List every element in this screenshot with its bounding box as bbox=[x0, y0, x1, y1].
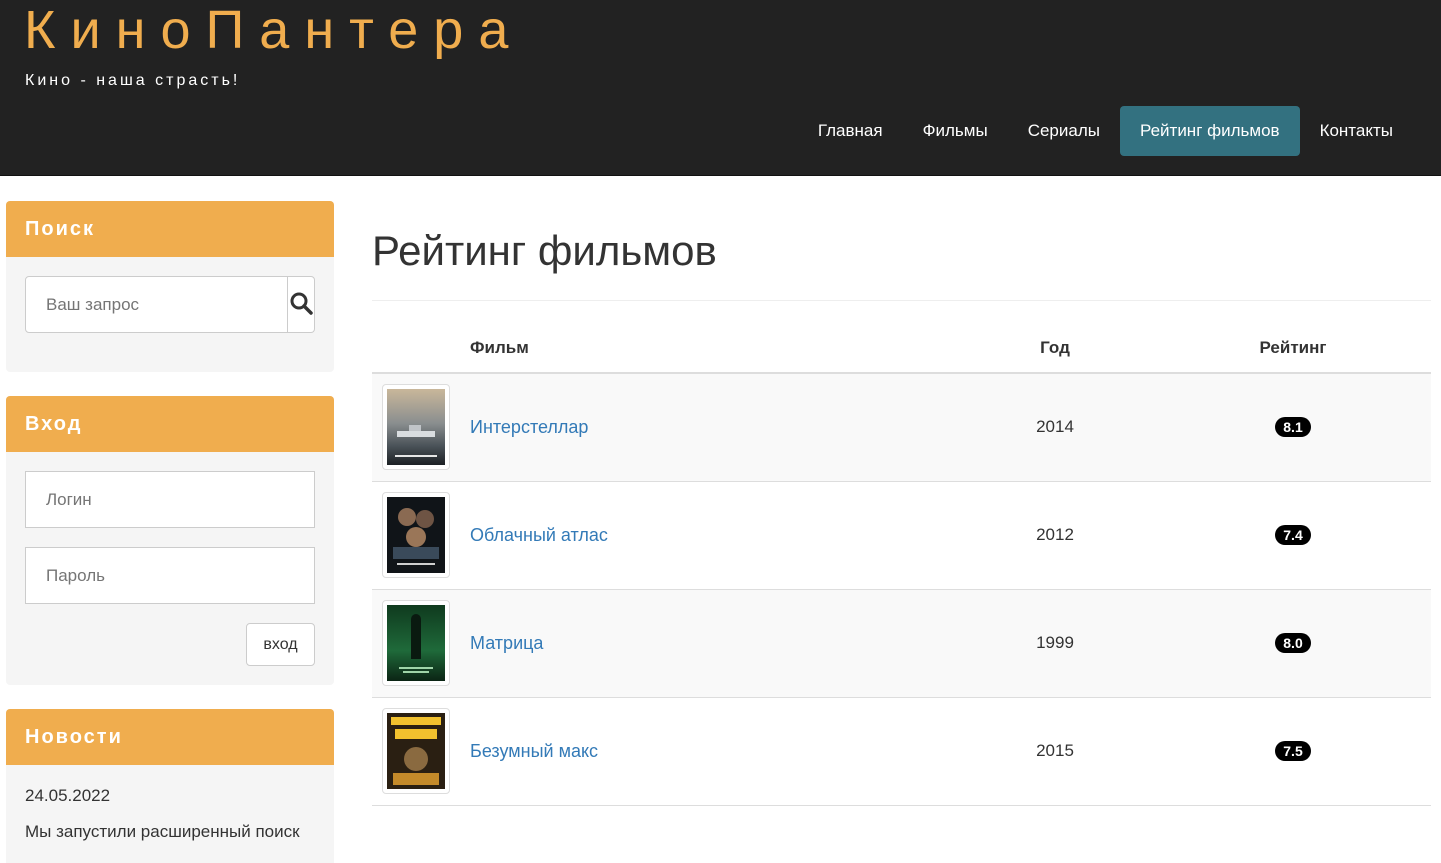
mad-max-poster[interactable] bbox=[382, 708, 450, 794]
rating-badge: 7.5 bbox=[1275, 741, 1311, 761]
table-row: Матрица 1999 8.0 bbox=[372, 589, 1431, 698]
table-row: Облачный атлас 2012 7.4 bbox=[372, 481, 1431, 590]
film-link-cloud-atlas[interactable]: Облачный атлас bbox=[470, 525, 608, 545]
news-text: Мы запустили расширенный поиск bbox=[25, 822, 300, 841]
film-link-mad-max[interactable]: Безумный макс bbox=[470, 741, 598, 761]
matrix-poster[interactable] bbox=[382, 600, 450, 686]
header-year: Год bbox=[955, 323, 1155, 374]
nav-contacts[interactable]: Контакты bbox=[1300, 106, 1413, 156]
search-panel-title: Поиск bbox=[6, 201, 334, 257]
login-field[interactable] bbox=[25, 471, 315, 528]
interstellar-poster[interactable] bbox=[382, 384, 450, 471]
nav-series[interactable]: Сериалы bbox=[1008, 106, 1120, 156]
film-year: 2015 bbox=[955, 697, 1155, 806]
search-panel: Поиск bbox=[6, 201, 334, 372]
table-row: Интерстеллар 2014 8.1 bbox=[372, 373, 1431, 482]
news-panel: Новости 24.05.2022 Мы запустили расширен… bbox=[6, 709, 334, 863]
search-group bbox=[25, 276, 315, 333]
film-year: 1999 bbox=[955, 589, 1155, 698]
film-year: 2014 bbox=[955, 373, 1155, 482]
film-link-interstellar[interactable]: Интерстеллар bbox=[470, 417, 588, 437]
search-input[interactable] bbox=[25, 276, 288, 333]
cloud-atlas-poster[interactable] bbox=[382, 492, 450, 578]
login-button[interactable]: вход bbox=[246, 623, 315, 666]
site-slogan: Кино - наша страсть! bbox=[25, 72, 241, 89]
nav-films[interactable]: Фильмы bbox=[903, 106, 1008, 156]
nav-home[interactable]: Главная bbox=[798, 106, 903, 156]
table-row: Безумный макс 2015 7.5 bbox=[372, 697, 1431, 806]
film-year: 2012 bbox=[955, 481, 1155, 590]
news-date: 24.05.2022 bbox=[25, 786, 111, 805]
rating-badge: 7.4 bbox=[1275, 525, 1311, 545]
film-link-matrix[interactable]: Матрица bbox=[470, 633, 543, 653]
title-divider bbox=[372, 300, 1431, 301]
login-panel-title: Вход bbox=[6, 396, 334, 452]
nav-film-rating[interactable]: Рейтинг фильмов bbox=[1119, 106, 1300, 156]
main-content: Рейтинг фильмов Фильм Год Рейтинг Интерс… bbox=[372, 200, 1431, 806]
rating-table: Фильм Год Рейтинг Интерстеллар 2014 8.1 … bbox=[372, 323, 1431, 806]
rating-badge: 8.1 bbox=[1275, 417, 1311, 438]
site-logo[interactable]: КиноПантера bbox=[24, 2, 523, 58]
main-nav: Главная Фильмы Сериалы Рейтинг фильмов К… bbox=[798, 106, 1413, 156]
password-field[interactable] bbox=[25, 547, 315, 604]
rating-badge: 8.0 bbox=[1275, 633, 1311, 653]
header-film: Фильм bbox=[470, 323, 955, 374]
search-button[interactable] bbox=[288, 276, 315, 333]
news-panel-title: Новости bbox=[6, 709, 334, 765]
site-header: КиноПантера Кино - наша страсть! Главная… bbox=[0, 0, 1441, 176]
page-title: Рейтинг фильмов bbox=[372, 227, 717, 274]
header-rating: Рейтинг bbox=[1155, 323, 1431, 374]
search-icon bbox=[289, 291, 313, 318]
header-poster bbox=[372, 323, 470, 374]
login-panel: Вход вход bbox=[6, 396, 334, 685]
